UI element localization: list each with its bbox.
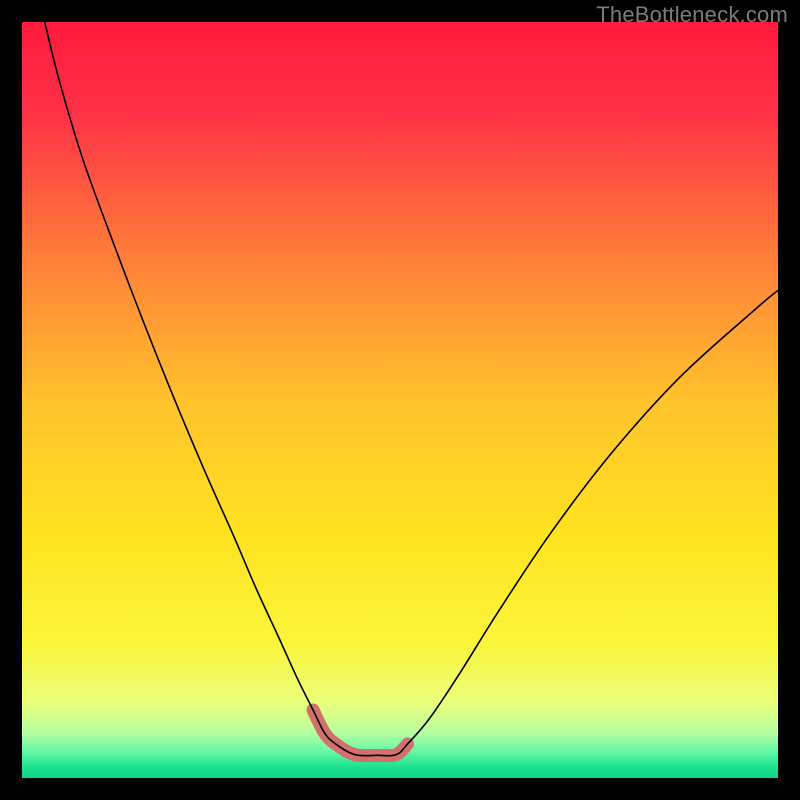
watermark-text: TheBottleneck.com xyxy=(596,2,788,28)
series-bottleneck-curve xyxy=(45,22,778,756)
chart-frame: TheBottleneck.com xyxy=(0,0,800,800)
chart-plot-area xyxy=(22,22,778,778)
chart-svg xyxy=(22,22,778,778)
series-critical-zone xyxy=(313,710,408,756)
